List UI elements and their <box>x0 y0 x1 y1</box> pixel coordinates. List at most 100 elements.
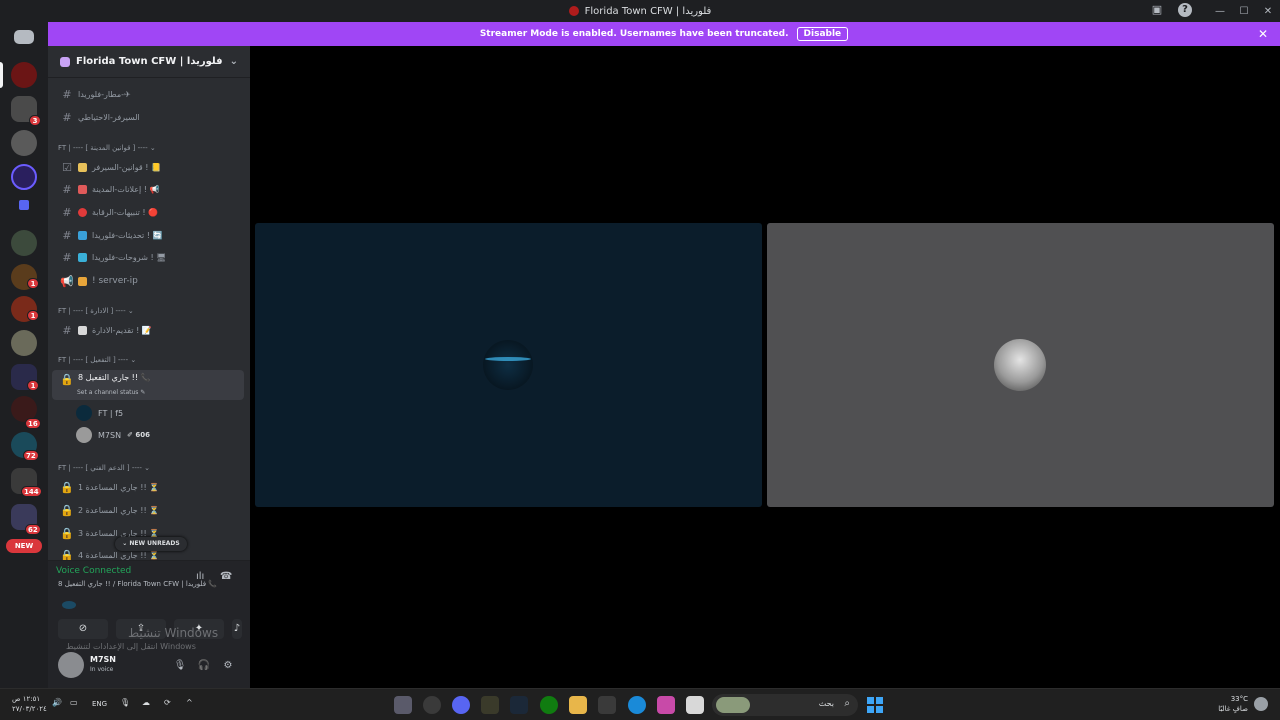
weather-icon[interactable] <box>1254 697 1268 711</box>
steam-icon[interactable] <box>510 696 528 714</box>
participant-tile[interactable] <box>767 223 1274 507</box>
set-channel-status[interactable]: Set a channel status ✎ <box>77 389 145 396</box>
new-unreads-badge[interactable]: NEW <box>6 539 42 553</box>
voice-connected-channel[interactable]: جاري التفعيل 8 !! / Florida Town CFW | ف… <box>58 580 217 588</box>
app-icon[interactable] <box>481 696 499 714</box>
help-icon[interactable]: ? <box>1178 3 1192 17</box>
language-indicator[interactable]: ENG <box>92 700 107 708</box>
participant-tile[interactable] <box>255 223 762 507</box>
channel-item[interactable]: # شروحات-فلوريدا ! 🖥 <box>52 247 244 267</box>
window-title: Florida Town CFW | فلوريدا <box>584 5 712 17</box>
windows-activation-title: تنشيط Windows <box>128 626 219 640</box>
channel-label: جاري المساعدة 2 !! ⏳ <box>78 505 160 515</box>
xbox-icon[interactable] <box>540 696 558 714</box>
close-window-button[interactable]: ✕ <box>1256 6 1280 17</box>
emoji-icon <box>78 230 87 240</box>
channel-item[interactable]: # مطار-فلوريدا-✈ <box>52 84 244 104</box>
channel-label: قوانين-السيرفر ! 📒 <box>92 162 161 172</box>
lock-icon: 🔒 <box>60 503 74 517</box>
user-name[interactable]: M7SN <box>90 655 116 664</box>
selected-server-pill <box>0 62 3 88</box>
discord-home-icon[interactable] <box>14 30 34 44</box>
rules-icon: ☑ <box>62 160 72 174</box>
participant-avatar <box>483 340 533 390</box>
discord-taskbar-icon[interactable] <box>452 696 470 714</box>
category-header[interactable]: FT | ---- [ الدعم الفني ] ---- ⌄ <box>58 462 150 474</box>
voice-connected-title[interactable]: Voice Connected <box>56 566 131 576</box>
clock[interactable]: ١٢:٥١ ص ٢٧/٠٣/٢٠٢٤ <box>12 694 47 714</box>
lock-icon: 🔒 <box>60 480 74 494</box>
minimize-button[interactable]: — <box>1208 6 1232 17</box>
banner-text: Streamer Mode is enabled. Usernames have… <box>479 29 789 39</box>
chevron-down-icon: ⌄ <box>229 56 238 67</box>
discord-app-window: Florida Town CFW | فلوريدا ▣ ? — ☐ ✕ 3 1… <box>0 0 1280 720</box>
disable-streamer-mode-button[interactable]: Disable <box>796 27 849 41</box>
windows-taskbar: ١٢:٥١ ص ٢٧/٠٣/٢٠٢٤ 🔊 ▭ ENG 🎙 ☁ ⟳ ^ بحث ⌕… <box>0 688 1280 720</box>
mention-badge: 3 <box>29 115 41 126</box>
close-banner-icon[interactable]: ✕ <box>1258 27 1268 41</box>
channel-label: تقديم-الادارة ! 📝 <box>92 325 152 335</box>
category-header[interactable]: FT | ---- [ قوانين المدينة ] ---- ⌄ <box>58 142 156 154</box>
category-header[interactable]: FT | ---- [ الادارة ] ---- ⌄ <box>58 305 134 317</box>
channel-item[interactable]: ☑ قوانين-السيرفر ! 📒 <box>52 157 244 177</box>
channel-item[interactable]: 🔒 جاري المساعدة 1 !! ⏳ <box>52 477 244 497</box>
activity-icon <box>62 601 76 609</box>
edge-icon[interactable] <box>628 696 646 714</box>
app-icon[interactable] <box>423 696 441 714</box>
sync-icon[interactable]: ⟳ <box>164 698 171 707</box>
noise-suppression-icon[interactable]: ılı <box>196 571 204 582</box>
lock-icon: 🔒 <box>60 373 74 386</box>
disconnect-icon[interactable]: ☎ <box>220 571 232 582</box>
taskbar-search[interactable]: بحث ⌕ <box>712 694 858 716</box>
video-off-button[interactable]: ⊘ <box>58 619 108 639</box>
channel-item[interactable]: # السيرفر-الاحتياطي <box>52 107 244 127</box>
folder-icon[interactable] <box>19 200 29 210</box>
maximize-button[interactable]: ☐ <box>1232 6 1256 17</box>
participant-avatar <box>994 339 1046 391</box>
copilot-icon[interactable] <box>657 696 675 714</box>
server-icon[interactable] <box>11 330 37 356</box>
server-icon[interactable] <box>11 130 37 156</box>
category-header[interactable]: FT | ---- [ التفعيل ] ---- ⌄ <box>58 354 136 366</box>
server-header[interactable]: Florida Town CFW | فلوريدا ⌄ <box>48 46 250 78</box>
screen-share-icon[interactable]: ▣ <box>1150 3 1164 17</box>
hashtag-icon: # <box>62 250 72 264</box>
microphone-icon[interactable]: 🎙 <box>172 658 188 674</box>
title-tools: ▣ ? <box>1150 3 1192 17</box>
channel-item[interactable]: 🔒 جاري المساعدة 2 !! ⏳ <box>52 500 244 520</box>
gear-icon[interactable]: ⚙ <box>220 658 236 674</box>
streamer-mode-banner: Streamer Mode is enabled. Usernames have… <box>48 22 1280 46</box>
server-icon[interactable] <box>11 164 37 190</box>
volume-icon[interactable]: 🔊 <box>52 698 62 707</box>
file-explorer-icon[interactable] <box>569 696 587 714</box>
channel-item[interactable]: # إعلانات-المدينة ! 📢 <box>52 179 244 199</box>
hashtag-icon: # <box>62 87 72 101</box>
task-view-icon[interactable] <box>686 696 704 714</box>
voice-user[interactable]: FT | f5 <box>76 404 123 422</box>
server-name: Florida Town CFW | فلوريدا <box>76 56 223 67</box>
network-icon[interactable]: ▭ <box>70 698 78 707</box>
chevron-up-icon[interactable]: ^ <box>186 698 193 707</box>
user-panel: M7SN In voice 🎙 🎧 ⚙ <box>48 646 250 688</box>
weather-desc: صافٍ غالبًا <box>1218 705 1248 713</box>
onedrive-icon[interactable]: ☁ <box>142 698 150 707</box>
settings-app-icon[interactable] <box>394 696 412 714</box>
channel-label: السيرفر-الاحتياطي <box>78 112 140 122</box>
server-icon-florida[interactable] <box>11 62 37 88</box>
store-icon[interactable] <box>598 696 616 714</box>
microphone-tray-icon[interactable]: 🎙 <box>120 698 130 707</box>
voice-stage <box>250 46 1280 688</box>
soundboard-button[interactable]: ♪ <box>232 619 242 639</box>
channel-item[interactable]: # تحديثات-فلوريدا ! 🔄 <box>52 225 244 245</box>
channel-item[interactable]: # تنبيهات-الرقابة ! 🔴 <box>52 202 244 222</box>
channel-item[interactable]: 📢 ! server-ip <box>52 271 244 291</box>
headphones-icon[interactable]: 🎧 <box>196 658 212 674</box>
avatar[interactable] <box>58 652 84 678</box>
weather-widget[interactable]: 33°C صافٍ غالبًا <box>1212 694 1248 714</box>
channel-item[interactable]: # تقديم-الادارة ! 📝 <box>52 320 244 340</box>
hashtag-icon: # <box>62 323 72 337</box>
new-unreads-button[interactable]: ⌄ NEW UNREADS <box>115 537 187 551</box>
voice-user[interactable]: M7SN ✐ 606 <box>76 426 150 444</box>
server-icon[interactable] <box>11 230 37 256</box>
start-button-icon[interactable] <box>867 697 883 713</box>
